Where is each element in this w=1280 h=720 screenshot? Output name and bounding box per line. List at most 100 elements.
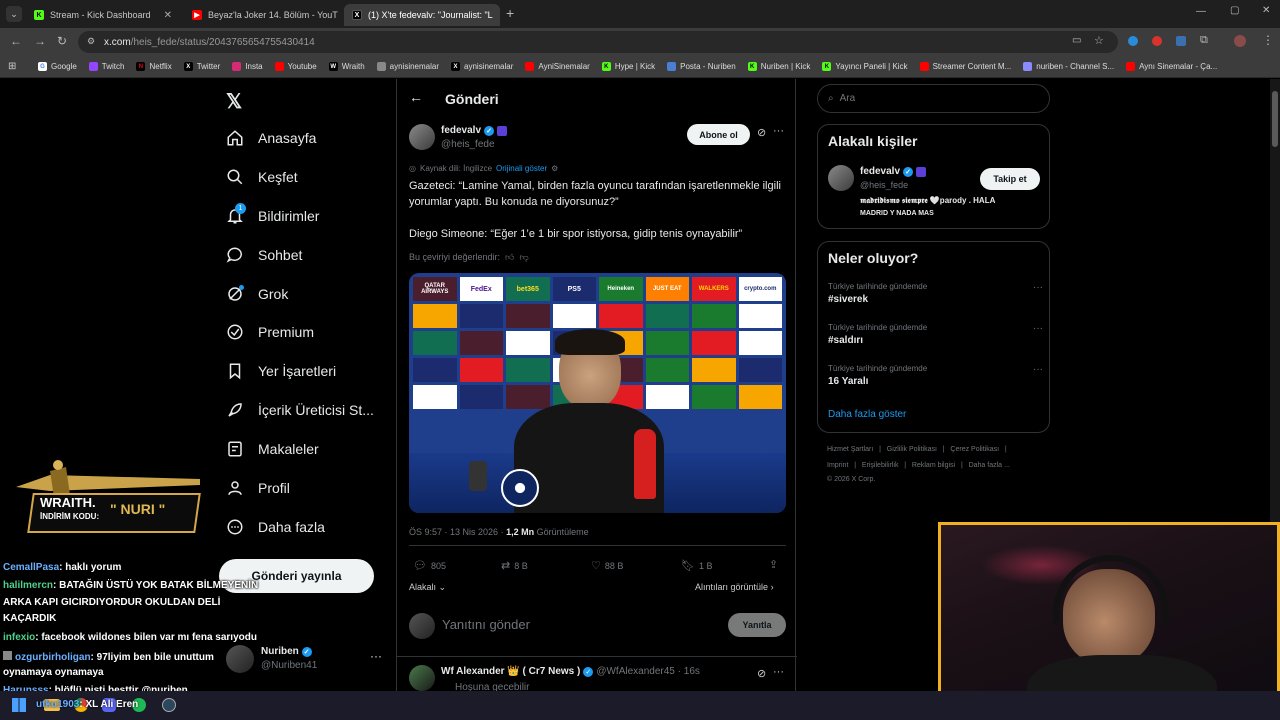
follow-button[interactable]: Takip et (980, 168, 1040, 190)
bookmark-aynisinemalar-x[interactable]: Xaynisinemalar (451, 62, 513, 71)
bookmark-wraith[interactable]: W Wraith (328, 62, 365, 71)
footer-links-2[interactable]: Imprint | Erişilebilirlik | Reklam bilgi… (827, 462, 1010, 469)
more-dots-icon[interactable]: ··· (773, 125, 784, 137)
author-avatar[interactable] (409, 124, 435, 150)
person-bio-2: MADRID Y NADA MAS (860, 210, 934, 217)
sidebar-item-chat[interactable]: Sohbet (226, 246, 302, 264)
trend-item[interactable]: Türkiye tarihinde gündemde #saldırı ··· (828, 323, 1043, 346)
sidebar-item-bookmarks[interactable]: Yer İşaretleri (226, 362, 336, 380)
more-dots-icon[interactable]: ··· (1033, 364, 1043, 375)
cast-icon[interactable]: ▭ (1072, 35, 1081, 46)
reply-input[interactable]: Yanıtını gönder (442, 617, 530, 632)
author-name-row[interactable]: fedevalv ✓ (441, 125, 508, 136)
grok-explain-icon[interactable]: ⊘ (757, 667, 766, 680)
sidebar-item-premium[interactable]: Premium (226, 323, 314, 341)
reply-author-name[interactable]: Wf Alexander 👑 ( Cr7 News ) (441, 666, 580, 677)
more-dots-icon[interactable]: ··· (370, 649, 382, 663)
extensions-puzzle-icon[interactable]: ⧉ (1200, 34, 1208, 47)
minimize-icon[interactable]: — (1196, 6, 1206, 17)
bookmark-streamer-content[interactable]: Streamer Content M... (919, 62, 1011, 71)
new-tab-button[interactable]: + (506, 5, 514, 21)
sidebar-item-home[interactable]: Anasayfa (226, 129, 316, 147)
sidebar-item-profile[interactable]: Profil (226, 479, 290, 497)
like-action[interactable]: ♡ 88 B (591, 559, 623, 572)
browser-menu-icon[interactable]: ⋮ (1262, 33, 1274, 47)
sort-relevant-dropdown[interactable]: Alakalı ⌄ (409, 582, 446, 593)
bookmark-ayni-sinemalar-ca[interactable]: Aynı Sinemalar - Ça... (1126, 62, 1217, 71)
repost-action[interactable]: ⇄ 8 B (501, 559, 528, 572)
subscribe-button[interactable]: Abone ol (687, 124, 750, 145)
sidebar-item-articles[interactable]: Makaleler (226, 440, 319, 458)
back-arrow-icon[interactable]: ← (409, 89, 423, 105)
tab-kick-dashboard[interactable]: K Stream - Kick Dashboard ✕ (26, 4, 180, 26)
person-name-row[interactable]: fedevalv ✓ (860, 166, 927, 177)
show-more-link[interactable]: Daha fazla göster (828, 409, 906, 420)
settings-gear-icon[interactable]: ⚙ (551, 164, 558, 173)
bookmark-insta[interactable]: Insta (232, 62, 263, 71)
trend-item[interactable]: Türkiye tarihinde gündemde #siverek ··· (828, 282, 1043, 305)
steam-icon[interactable] (162, 698, 176, 712)
url-input[interactable]: ⚙ x.com/heis_fede/status/204376565475543… (78, 31, 1118, 53)
more-dots-icon[interactable]: ··· (1033, 323, 1043, 334)
maximize-icon[interactable]: ▢ (1230, 5, 1239, 16)
more-dots-icon[interactable]: ··· (773, 666, 784, 678)
person-avatar[interactable] (828, 165, 854, 191)
close-tab-icon[interactable]: ✕ (164, 10, 172, 21)
bookmark-twitch[interactable]: Twitch (88, 62, 124, 71)
chat-text: : XL Ali Eren (79, 699, 139, 710)
star-bookmark-icon[interactable]: ☆ (1094, 34, 1104, 47)
extension-shield-icon[interactable] (1176, 36, 1186, 46)
tab-x-post[interactable]: X (1) X'te fedevalv: "Journalist: "L ✕ (344, 4, 500, 26)
back-icon[interactable]: ← (10, 34, 22, 48)
bookmark-aynisinemalar[interactable]: aynisinemalar (376, 62, 439, 71)
sidebar-item-creator-studio[interactable]: İçerik Üreticisi St... (226, 401, 374, 419)
apps-grid-icon[interactable]: ⊞ (8, 61, 16, 72)
extension-blue-icon[interactable] (1128, 36, 1138, 46)
reply-button[interactable]: Yanıtla (728, 613, 786, 637)
reload-icon[interactable]: ↻ (57, 34, 67, 48)
bookmark-nuriben-kick[interactable]: K Nuriben | Kick (747, 62, 810, 71)
sidebar-item-explore[interactable]: Keşfet (226, 168, 298, 186)
trends-card: Neler oluyor? Türkiye tarihinde gündemde… (817, 241, 1050, 433)
profile-avatar-icon[interactable] (1234, 35, 1246, 47)
footer-links-1[interactable]: Hizmet Şartları | Gizlilik Politikası | … (827, 446, 1007, 453)
sponsor-tile (506, 331, 550, 355)
show-original-link[interactable]: Orijinali göster (496, 164, 547, 173)
bookmark-yayinci-paneli[interactable]: K Yayıncı Paneli | Kick (822, 62, 908, 71)
tab-youtube[interactable]: ▶ Beyaz'la Joker 14. Bölüm - YouT ✕ (184, 4, 340, 26)
windows-start-icon[interactable] (12, 698, 26, 712)
chat-message: ARKA KAPI GICIRDIYORDUR OKULDAN DELİ (3, 597, 220, 608)
view-quotes-link[interactable]: Alıntıları görüntüle › (695, 582, 774, 592)
tab-search-button[interactable]: ⌄ (6, 6, 22, 22)
bookmark-hype-kick[interactable]: K Hype | Kick (601, 62, 655, 71)
site-info-icon[interactable]: ⚙ (87, 36, 95, 47)
sidebar-item-grok[interactable]: Grok (226, 285, 288, 303)
bookmark-aynisinemalar-yt[interactable]: AyniSinemalar (525, 62, 590, 71)
grok-explain-icon[interactable]: ⊘ (757, 126, 766, 139)
x-home-logo-icon[interactable]: 𝕏 (226, 89, 242, 114)
forward-icon[interactable]: → (34, 34, 46, 48)
bookmark-google[interactable]: G Google (38, 62, 77, 71)
close-window-icon[interactable]: ✕ (1262, 5, 1270, 16)
bookmark-youtube[interactable]: Youtube (274, 62, 317, 71)
search-input[interactable]: ⌕ Ara (817, 84, 1050, 113)
close-tab-icon[interactable]: ✕ (499, 10, 500, 21)
post-image[interactable]: QATAR AIRWAYS FedEx bet365 PS5 Heineken … (409, 273, 786, 513)
trend-item[interactable]: Türkiye tarihinde gündemde 16 Yaralı ··· (828, 364, 1043, 387)
scrollbar-thumb[interactable] (1272, 91, 1278, 147)
extension-red-icon[interactable] (1152, 36, 1162, 46)
share-icon[interactable]: ⇪ (769, 558, 778, 571)
reply-author-avatar[interactable] (409, 665, 435, 691)
bookmark-posta[interactable]: Posta - Nuriben (667, 62, 736, 71)
bookmark-twitter[interactable]: X Twitter (183, 62, 220, 71)
bookmark-action[interactable]: 🔖︎ 1 B (681, 559, 712, 572)
bookmark-channel-s[interactable]: nuriben - Channel S... (1023, 62, 1114, 71)
reply-action[interactable]: 💬︎ 805 (413, 559, 446, 572)
bookmark-netflix[interactable]: N Netflix (136, 62, 172, 71)
more-dots-icon[interactable]: ··· (1033, 282, 1043, 293)
thumbs-up-icon[interactable]: 👍︎ (505, 252, 514, 263)
account-switcher[interactable]: Nuriben ✓ @Nuriben41 ··· (226, 643, 386, 677)
sidebar-item-notifications[interactable]: 1 Bildirimler (226, 203, 319, 225)
sidebar-item-more[interactable]: Daha fazla (226, 518, 325, 536)
thumbs-down-icon[interactable]: 👎︎ (519, 252, 528, 263)
